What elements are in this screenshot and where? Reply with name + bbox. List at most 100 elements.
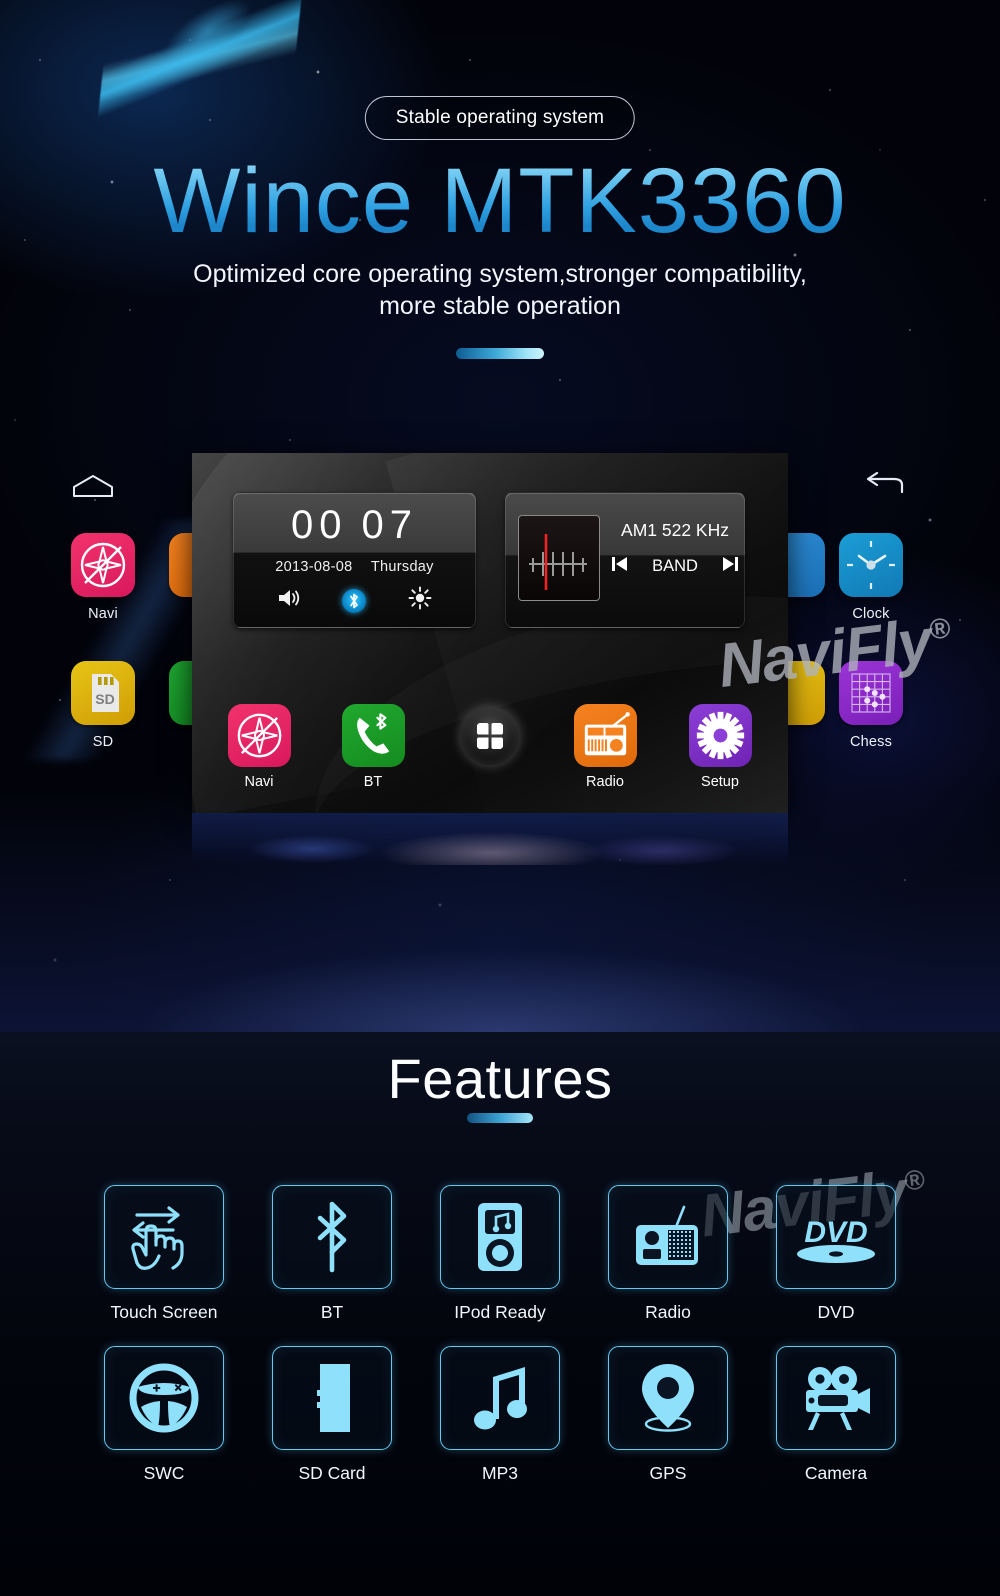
gear-icon	[688, 704, 752, 767]
feature-sd-card[interactable]: SD Card	[248, 1346, 416, 1484]
feature-gps[interactable]: GPS	[584, 1346, 752, 1484]
radio-widget[interactable]: AM1 522 KHz BAND	[505, 492, 745, 628]
feature-touch-screen[interactable]: Touch Screen	[80, 1185, 248, 1323]
clock-widget-controls	[234, 586, 475, 615]
steering-wheel-icon	[129, 1363, 199, 1433]
clock-date: 2013-08-08 Thursday	[234, 559, 475, 575]
hero-subtitle: Optimized core operating system,stronger…	[0, 258, 1000, 322]
feature-label: Touch Screen	[110, 1302, 218, 1322]
dock-label: Setup	[701, 774, 739, 790]
badge-stable-os: Stable operating system	[364, 96, 636, 140]
feature-label: SD Card	[298, 1463, 366, 1483]
feature-camera[interactable]: Camera	[752, 1346, 920, 1484]
volume-icon[interactable]	[276, 586, 302, 615]
feature-tile	[776, 1346, 896, 1450]
feature-tile	[440, 1346, 560, 1450]
dock-item-bt[interactable]: BT	[330, 704, 416, 790]
hero-subtitle-line-2: more stable operation	[379, 292, 621, 320]
svg-text:DVD: DVD	[804, 1216, 867, 1249]
feature-bt[interactable]: BT	[248, 1185, 416, 1323]
reflection-glow	[192, 813, 788, 865]
feature-tile	[104, 1346, 224, 1450]
ipod-icon	[478, 1203, 522, 1271]
sd-card-icon: SD	[71, 661, 135, 725]
radio-icon	[573, 704, 637, 767]
radio-dial-display	[518, 515, 600, 601]
feature-dvd[interactable]: DVD DVD	[752, 1185, 920, 1323]
app-chess[interactable]: Chess	[830, 661, 912, 750]
page-title: Wince MTK3360	[0, 155, 1000, 247]
touch-gesture-icon	[131, 1206, 184, 1270]
app-label: Chess	[849, 734, 893, 750]
radio-controls: BAND	[611, 555, 739, 578]
feature-tile	[440, 1185, 560, 1289]
clock-hours: 00	[291, 502, 348, 547]
product-page: Stable operating system Wince MTK3360 Op…	[0, 0, 1000, 1596]
clock-widget[interactable]: 00 07 2013-08-08 Thursday	[233, 492, 476, 628]
dock-label: Radio	[586, 774, 624, 790]
feature-tile	[104, 1185, 224, 1289]
radio-band-button[interactable]: BAND	[652, 557, 698, 576]
phone-bt-icon	[341, 704, 405, 767]
next-track-icon[interactable]	[722, 555, 739, 578]
music-note-icon	[474, 1367, 527, 1430]
app-dock: Navi BT Radio Setup	[192, 696, 788, 813]
dvd-disc-icon: DVD	[797, 1216, 875, 1263]
bluetooth-icon	[317, 1201, 347, 1273]
analog-clock-icon	[839, 533, 903, 597]
feature-radio[interactable]: Radio	[584, 1185, 752, 1323]
features-accent-bar	[467, 1113, 533, 1123]
chess-board-icon	[839, 661, 903, 725]
features-row-1: Touch Screen BT IPod Ready Radio DVD DVD	[80, 1185, 920, 1323]
clock-date-value: 2013-08-08	[275, 559, 353, 575]
dock-item-navi[interactable]: Navi	[216, 704, 302, 790]
hero-accent-bar	[456, 348, 544, 359]
prev-track-icon[interactable]	[611, 555, 628, 578]
dock-label: Navi	[244, 774, 274, 790]
feature-tile	[608, 1185, 728, 1289]
clock-weekday-value: Thursday	[370, 559, 434, 575]
radio-frequency: AM1 522 KHz	[621, 520, 729, 540]
compass-icon	[227, 704, 291, 767]
radio-icon	[636, 1205, 698, 1265]
app-clock[interactable]: Clock	[830, 533, 912, 622]
head-unit-screen[interactable]: 00 07 2013-08-08 Thursday AM1 522 KHz BA…	[192, 453, 788, 813]
app-navi[interactable]: Navi	[62, 533, 144, 622]
feature-label: IPod Ready	[454, 1302, 546, 1322]
dock-item-setup[interactable]: Setup	[677, 704, 763, 790]
back-icon[interactable]	[860, 471, 906, 500]
feature-label: MP3	[482, 1463, 518, 1483]
apps-menu-icon	[461, 707, 519, 765]
feature-mp3[interactable]: MP3	[416, 1346, 584, 1484]
app-label: SD	[92, 734, 114, 750]
device-reflection: Navi BT Radio Setup	[192, 813, 788, 865]
dock-label: BT	[363, 774, 383, 790]
compass-icon	[71, 533, 135, 597]
feature-swc[interactable]: SWC	[80, 1346, 248, 1484]
dock-item-apps-menu[interactable]	[447, 704, 533, 772]
svg-text:SD: SD	[95, 691, 114, 707]
feature-label: Radio	[645, 1302, 691, 1322]
features-grid: Touch Screen BT IPod Ready Radio DVD DVD…	[80, 1185, 920, 1484]
map-pin-icon	[642, 1364, 694, 1432]
app-label: Navi	[88, 606, 118, 622]
feature-tile	[272, 1185, 392, 1289]
feature-label: DVD	[817, 1302, 855, 1322]
feature-label: BT	[320, 1302, 344, 1322]
features-title: Features	[387, 1047, 613, 1110]
hero-subtitle-line-1: Optimized core operating system,stronger…	[193, 260, 807, 288]
brightness-icon[interactable]	[407, 586, 433, 615]
home-icon[interactable]	[70, 472, 116, 500]
feature-tile	[608, 1346, 728, 1450]
feature-tile	[272, 1346, 392, 1450]
app-sd[interactable]: SD SD	[62, 661, 144, 750]
clock-time: 00 07	[234, 493, 475, 553]
feature-label: GPS	[649, 1463, 687, 1483]
sd-card-icon	[317, 1364, 350, 1432]
dock-item-radio[interactable]: Radio	[562, 704, 648, 790]
app-label: Clock	[852, 606, 890, 622]
bluetooth-icon[interactable]	[342, 588, 367, 613]
feature-ipod[interactable]: IPod Ready	[416, 1185, 584, 1323]
features-row-2: SWC SD Card MP3 GPS Camera	[80, 1346, 920, 1484]
feature-tile: DVD	[776, 1185, 896, 1289]
